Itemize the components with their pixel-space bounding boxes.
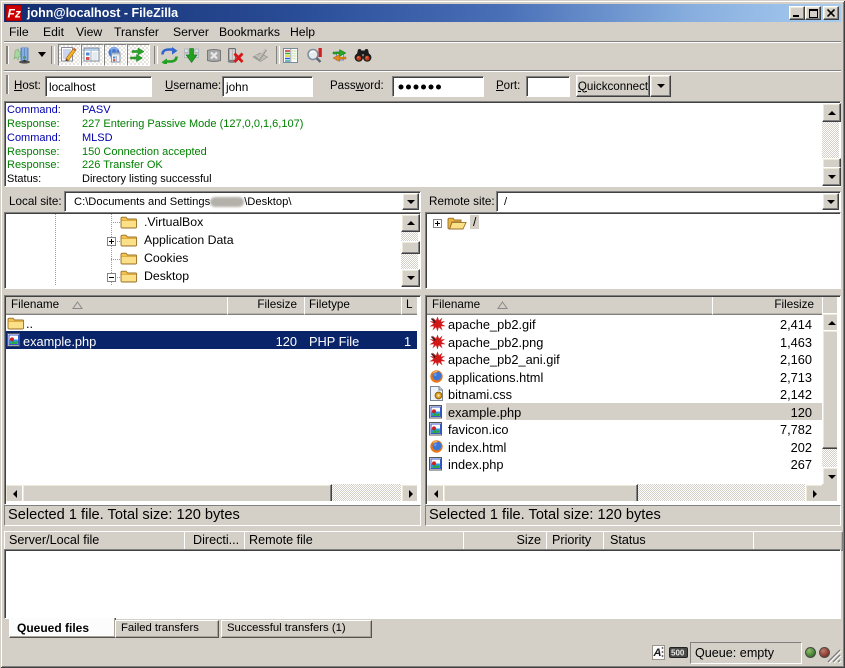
svg-text:A: A	[653, 647, 662, 659]
svg-text:500: 500	[671, 649, 685, 658]
svg-text:Fz: Fz	[8, 7, 21, 21]
